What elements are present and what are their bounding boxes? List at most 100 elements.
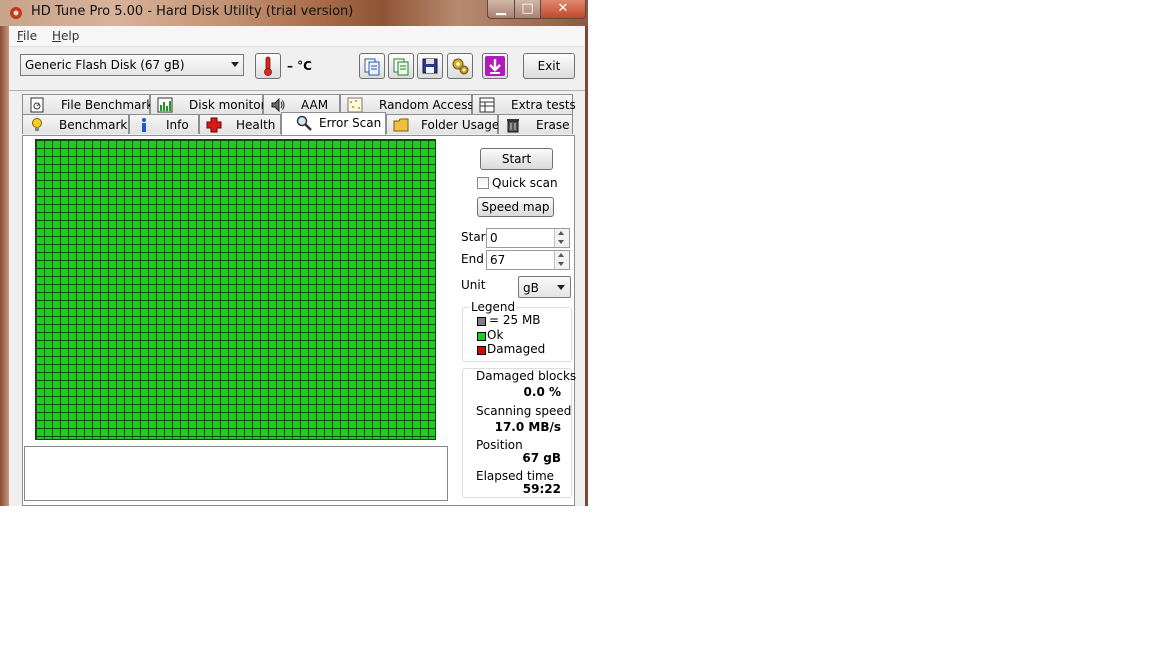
copy-icon [364, 58, 380, 76]
tab-info[interactable]: Info [129, 114, 199, 134]
window-frame-right [585, 26, 588, 506]
unit-select-value: gB [523, 281, 539, 295]
scan-block-map [35, 139, 436, 440]
spin-down-icon[interactable] [558, 240, 564, 244]
speaker-icon [271, 97, 285, 113]
quick-scan-checkbox[interactable] [477, 177, 489, 189]
elapsed-time-value: 59:22 [522, 482, 561, 496]
folder-icon [393, 118, 409, 132]
tab-extra-tests[interactable]: Extra tests [472, 94, 576, 114]
tab-folder-usage[interactable]: Folder Usage [386, 114, 500, 134]
damaged-blocks-value: 0.0 % [523, 385, 561, 399]
app-icon [10, 7, 22, 19]
close-button[interactable]: ✕ [540, 0, 586, 19]
start-position-spinner[interactable]: 0 [486, 228, 570, 248]
magnifier-icon [296, 115, 312, 131]
maximize-button[interactable]: □ [514, 0, 541, 19]
tab-label: Info [166, 118, 189, 132]
download-arrow-icon [485, 56, 505, 76]
unit-label: Unit [461, 278, 486, 292]
tab-random-access[interactable]: Random Access [340, 94, 474, 114]
elapsed-time-label: Elapsed time [476, 469, 555, 483]
tab-label: Erase [536, 118, 570, 132]
legend-damaged-label: Damaged [487, 342, 546, 356]
drive-select[interactable]: Generic Flash Disk (67 gB) [20, 54, 244, 76]
spin-buttons[interactable] [554, 251, 569, 269]
log-output[interactable] [24, 446, 448, 501]
title-bar[interactable]: HD Tune Pro 5.00 - Hard Disk Utility (tr… [0, 0, 588, 26]
tab-label: Error Scan [319, 116, 382, 130]
download-button[interactable] [482, 53, 508, 79]
scanning-speed-value: 17.0 MB/s [494, 420, 561, 434]
random-access-icon [347, 97, 363, 113]
menu-help[interactable]: Help [52, 29, 79, 43]
legend-damaged-swatch [477, 346, 486, 355]
toolbar-divider [9, 90, 585, 91]
health-cross-icon [206, 117, 222, 133]
chevron-down-icon [557, 285, 565, 290]
legend-block-size: = 25 MB [489, 313, 541, 327]
spin-up-icon[interactable] [558, 253, 564, 257]
client-area: File Help Generic Flash Disk (67 gB) – °… [9, 26, 585, 506]
thermometer-icon [264, 56, 272, 76]
disk-monitor-icon [157, 97, 173, 113]
tab-health[interactable]: Health [199, 114, 281, 134]
minimize-button[interactable]: ▁ [487, 0, 515, 19]
menu-bar: File Help [9, 26, 585, 47]
tab-error-scan[interactable]: Error Scan [281, 112, 386, 135]
end-position-spinner[interactable]: 67 [486, 250, 570, 270]
extra-tests-icon [479, 97, 495, 113]
tab-benchmark[interactable]: Benchmark [22, 114, 129, 134]
temperature-button[interactable] [255, 53, 281, 79]
tab-label: AAM [301, 98, 329, 112]
window-title: HD Tune Pro 5.00 - Hard Disk Utility (tr… [31, 4, 354, 19]
legend-ok-label: Ok [487, 328, 504, 342]
gears-icon [452, 58, 469, 75]
start-scan-button[interactable]: Start [480, 148, 553, 170]
damaged-blocks-label: Damaged blocks [476, 369, 577, 383]
copy-all-icon [393, 58, 409, 76]
tab-disk-monitor[interactable]: Disk monitor [150, 94, 266, 114]
tab-label: Random Access [379, 98, 474, 112]
trash-icon [507, 119, 519, 133]
tab-label: Disk monitor [189, 98, 266, 112]
position-value: 67 gB [522, 451, 561, 465]
temperature-readout: – °C [287, 59, 312, 73]
copy-all-button[interactable] [388, 53, 414, 79]
end-label: End [461, 252, 484, 266]
tab-aam[interactable]: AAM [263, 94, 340, 114]
hdtune-window: HD Tune Pro 5.00 - Hard Disk Utility (tr… [0, 0, 588, 506]
spin-up-icon[interactable] [558, 231, 564, 235]
file-benchmark-icon [30, 97, 44, 113]
speed-map-button[interactable]: Speed map [477, 197, 554, 217]
menu-file[interactable]: File [17, 29, 37, 43]
unit-select[interactable]: gB [518, 276, 571, 298]
chevron-down-icon [231, 62, 239, 67]
floppy-disk-icon [422, 58, 438, 74]
scanning-speed-label: Scanning speed [476, 404, 572, 418]
legend-block-swatch [477, 317, 486, 326]
drive-select-value: Generic Flash Disk (67 gB) [25, 58, 185, 72]
tab-label: Health [236, 118, 276, 132]
tab-file-benchmark[interactable]: File Benchmark [22, 94, 154, 114]
start-position-value: 0 [490, 231, 498, 245]
window-frame-left [0, 26, 9, 506]
quick-scan-label[interactable]: Quick scan [492, 176, 558, 190]
save-button[interactable] [417, 53, 443, 79]
tab-label: Folder Usage [421, 118, 500, 132]
tab-label: Extra tests [511, 98, 576, 112]
legend-title: Legend [469, 300, 518, 314]
tab-label: Benchmark [59, 118, 128, 132]
info-icon [142, 118, 146, 132]
tab-label: File Benchmark [61, 98, 154, 112]
copy-info-button[interactable] [359, 53, 385, 79]
end-position-value: 67 [490, 253, 506, 267]
position-label: Position [476, 438, 523, 452]
spin-buttons[interactable] [554, 229, 569, 247]
spin-down-icon[interactable] [558, 262, 564, 266]
lightbulb-icon [32, 118, 42, 131]
exit-button[interactable]: Exit [523, 53, 575, 79]
tab-erase[interactable]: Erase [498, 114, 573, 134]
legend-ok-swatch [477, 332, 486, 341]
options-button[interactable] [447, 53, 473, 79]
